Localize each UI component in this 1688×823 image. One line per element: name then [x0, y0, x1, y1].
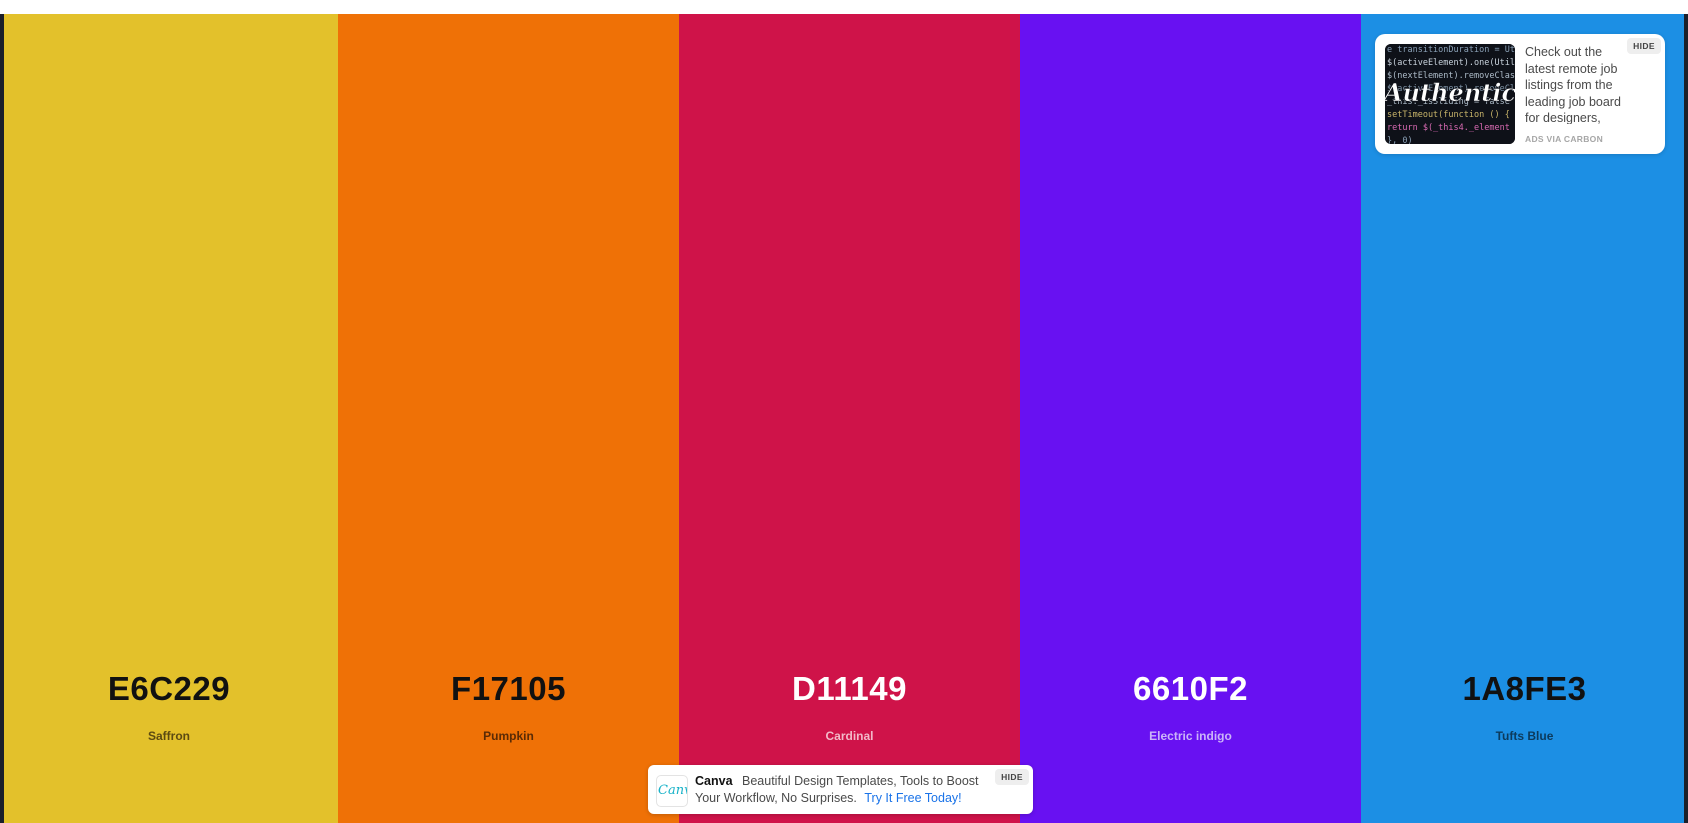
canva-hide-button[interactable]: HIDE — [995, 769, 1029, 785]
code-line: setTimeout(function () { — [1387, 110, 1510, 120]
color-hex-code[interactable]: E6C229 — [0, 670, 338, 708]
ads-via-carbon-link[interactable]: ADS VIA CARBON — [1525, 134, 1603, 144]
color-swatch[interactable]: 6610F2 Electric indigo — [1020, 14, 1361, 823]
right-edge — [1684, 14, 1688, 823]
code-line: $(activeElement).one(Util.TR — [1387, 58, 1515, 68]
code-line: }, 0) — [1387, 136, 1413, 144]
top-bar — [0, 0, 1688, 14]
canva-brand: Canva — [695, 774, 733, 788]
canva-ad-text: Canva Beautiful Design Templates, Tools … — [695, 773, 995, 806]
color-hex-code[interactable]: D11149 — [679, 670, 1020, 708]
canva-logo-text: Canva — [658, 783, 687, 798]
color-name: Tufts Blue — [1495, 729, 1554, 743]
color-name: Saffron — [148, 729, 190, 743]
color-name: Pumpkin — [483, 729, 534, 743]
color-hex-code[interactable]: 1A8FE3 — [1361, 670, 1688, 708]
color-hex-code[interactable]: 6610F2 — [1020, 670, 1361, 708]
code-line: e transitionDuration = Util — [1387, 45, 1515, 55]
code-image: e transitionDuration = Util $(activeEleme… — [1385, 44, 1515, 144]
color-swatch[interactable]: D11149 Cardinal — [679, 14, 1020, 823]
color-swatch[interactable]: F17105 Pumpkin — [338, 14, 679, 823]
color-hex-code[interactable]: F17105 — [338, 670, 679, 708]
authentic-logo: Authentic — [1385, 78, 1515, 107]
carbon-ad[interactable]: e transitionDuration = Util $(activeEleme… — [1375, 34, 1665, 154]
left-edge — [0, 14, 4, 823]
ad-thumbnail[interactable]: e transitionDuration = Util $(activeEleme… — [1385, 44, 1515, 144]
color-swatch[interactable]: E6C229 Saffron — [0, 14, 338, 823]
carbon-hide-button[interactable]: HIDE — [1627, 38, 1661, 54]
canva-cta-link[interactable]: Try It Free Today! — [864, 791, 961, 805]
carbon-ad-description[interactable]: Check out the latest remote job listings… — [1525, 44, 1633, 124]
color-name: Cardinal — [825, 729, 874, 743]
canva-logo[interactable]: Canva — [656, 775, 688, 807]
canva-ad[interactable]: Canva Canva Beautiful Design Templates, … — [648, 765, 1033, 814]
color-name: Electric indigo — [1149, 729, 1232, 743]
code-line: return $(_this4._element — [1387, 123, 1510, 133]
